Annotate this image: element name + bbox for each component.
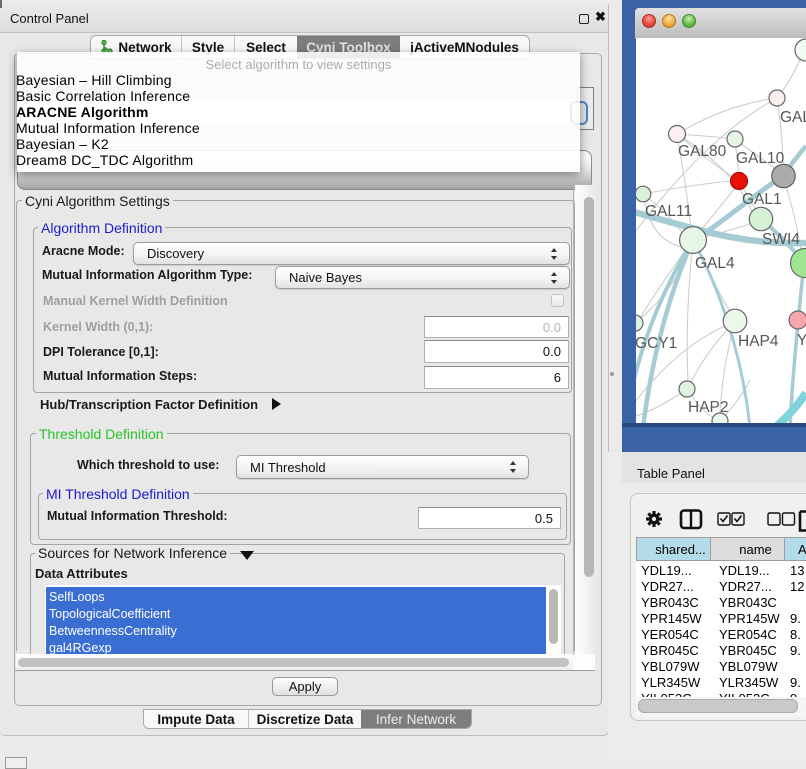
svg-text:HAP2: HAP2 <box>688 399 729 416</box>
svg-text:GAL80: GAL80 <box>678 143 727 160</box>
svg-text:GAL4: GAL4 <box>695 255 735 272</box>
svg-text:GAL11: GAL11 <box>645 203 692 220</box>
svg-text:GAL10: GAL10 <box>736 150 785 167</box>
svg-text:Y: Y <box>797 332 806 349</box>
svg-text:HAP4: HAP4 <box>738 333 779 350</box>
svg-text:GCY1: GCY1 <box>636 335 677 352</box>
svg-text:GAL1: GAL1 <box>742 191 782 208</box>
svg-text:GAL: GAL <box>780 109 806 126</box>
svg-text:SWI4: SWI4 <box>762 231 800 248</box>
